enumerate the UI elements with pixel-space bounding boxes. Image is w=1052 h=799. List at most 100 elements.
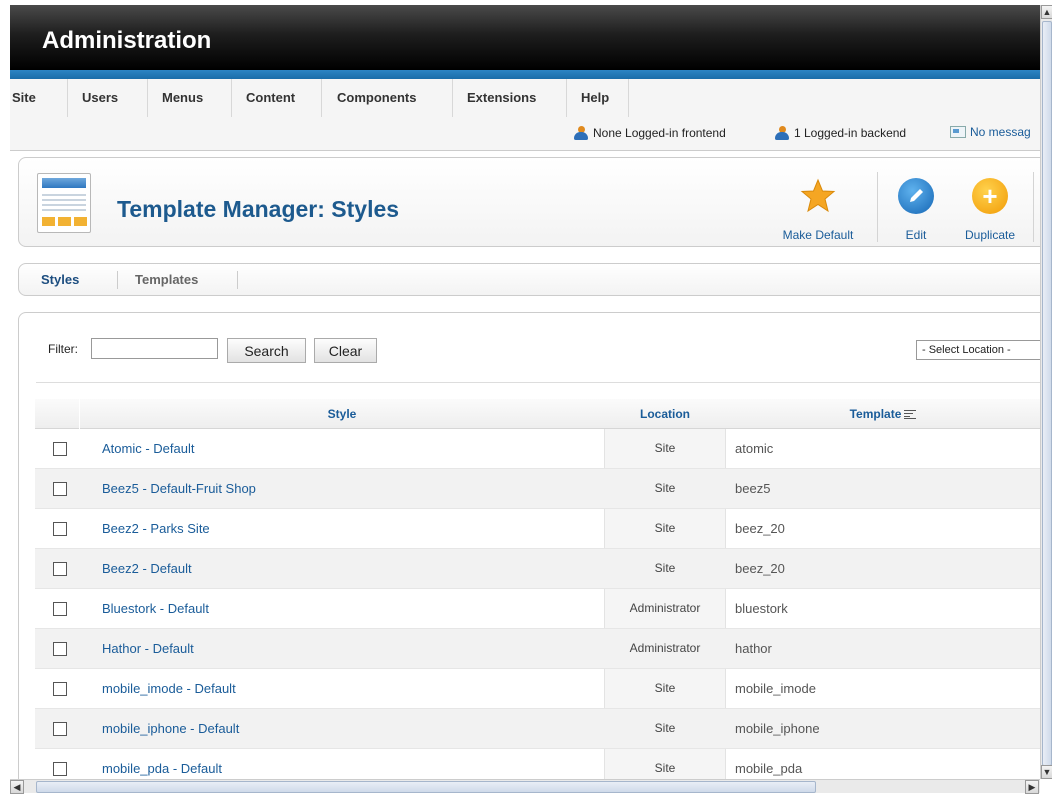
main-menu: Site Users Menus Content Components Exte…: [10, 79, 1040, 117]
submenu-tabs: Styles Templates: [18, 263, 1040, 296]
style-link[interactable]: Beez5 - Default-Fruit Shop: [102, 481, 256, 496]
select-all-header: [35, 399, 79, 429]
table-row: Beez2 - Default Site beez_20: [35, 549, 1040, 589]
vertical-scrollbar[interactable]: ▲ ▼: [1040, 5, 1052, 779]
template-cell: atomic: [735, 441, 774, 456]
row-checkbox[interactable]: [53, 762, 67, 776]
template-cell: beez_20: [735, 561, 785, 576]
template-cell: mobile_pda: [735, 761, 803, 776]
table-row: Bluestork - Default Administrator bluest…: [35, 589, 1040, 629]
style-name-cell: Beez2 - Parks Site: [102, 509, 210, 548]
tab-divider: [117, 271, 118, 289]
style-link[interactable]: mobile_imode - Default: [102, 681, 236, 696]
style-link[interactable]: Atomic - Default: [102, 441, 194, 456]
menu-users[interactable]: Users: [68, 79, 148, 117]
style-name-cell: mobile_pda - Default: [102, 749, 222, 779]
menu-menus[interactable]: Menus: [148, 79, 232, 117]
template-cell: bluestork: [735, 601, 788, 616]
clear-button[interactable]: Clear: [314, 338, 377, 363]
table-row: mobile_pda - Default Site mobile_pda: [35, 749, 1040, 779]
location-cell: Administrator: [629, 601, 701, 615]
tab-styles[interactable]: Styles: [41, 272, 79, 287]
horizontal-scroll-thumb[interactable]: [36, 781, 816, 793]
make-default-label: Make Default: [782, 228, 854, 242]
horizontal-scrollbar[interactable]: ◀ ▶: [10, 779, 1040, 794]
tab-templates[interactable]: Templates: [135, 272, 198, 287]
row-checkbox[interactable]: [53, 522, 67, 536]
edit-button[interactable]: Edit: [889, 166, 943, 244]
browser-viewport: Administration Site Users Menus Content …: [10, 5, 1040, 779]
search-button[interactable]: Search: [227, 338, 306, 363]
menu-site[interactable]: Site: [10, 79, 68, 117]
location-cell: Administrator: [604, 629, 726, 668]
location-cell: Site: [654, 761, 676, 775]
star-icon: [800, 178, 836, 214]
duplicate-button[interactable]: + Duplicate: [957, 166, 1023, 244]
vertical-scroll-thumb[interactable]: [1042, 21, 1052, 766]
scroll-down-arrow-icon[interactable]: ▼: [1041, 765, 1052, 779]
style-link[interactable]: Beez2 - Parks Site: [102, 521, 210, 536]
row-checkbox[interactable]: [53, 602, 67, 616]
toolbar-box: Template Manager: Styles Make Default Ed…: [18, 157, 1040, 247]
scroll-left-arrow-icon[interactable]: ◀: [10, 780, 24, 794]
template-header-label: Template: [849, 407, 902, 421]
edit-label: Edit: [905, 228, 927, 242]
table-row: Hathor - Default Administrator hathor: [35, 629, 1040, 669]
table-row: Beez2 - Parks Site Site beez_20: [35, 509, 1040, 549]
template-cell: beez_20: [735, 521, 785, 536]
row-checkbox[interactable]: [53, 482, 67, 496]
page-title: Template Manager: Styles: [117, 196, 400, 222]
style-link[interactable]: Bluestork - Default: [102, 601, 209, 616]
frontend-users-status[interactable]: None Logged-in frontend: [573, 125, 726, 141]
location-cell: Site: [654, 681, 676, 695]
admin-header: Administration: [10, 5, 1040, 70]
column-header-location[interactable]: Location: [604, 399, 726, 429]
row-checkbox[interactable]: [53, 642, 67, 656]
row-checkbox[interactable]: [53, 562, 67, 576]
table-row: Beez5 - Default-Fruit Shop Site beez5: [35, 469, 1040, 509]
style-name-cell: Beez5 - Default-Fruit Shop: [102, 469, 256, 508]
frontend-users-label: None Logged-in frontend: [593, 126, 726, 140]
messages-label: No messag: [970, 125, 1031, 139]
table-row: mobile_iphone - Default Site mobile_ipho…: [35, 709, 1040, 749]
style-name-cell: mobile_iphone - Default: [102, 709, 239, 748]
column-header-style[interactable]: Style: [80, 399, 604, 429]
location-cell: Site: [604, 709, 726, 748]
menu-content[interactable]: Content: [232, 79, 322, 117]
menu-help[interactable]: Help: [567, 79, 629, 117]
style-link[interactable]: mobile_iphone - Default: [102, 721, 239, 736]
style-link[interactable]: mobile_pda - Default: [102, 761, 222, 776]
filter-input[interactable]: [91, 338, 218, 359]
filter-divider: [36, 382, 1040, 383]
style-name-cell: mobile_imode - Default: [102, 669, 236, 708]
scroll-right-arrow-icon[interactable]: ▶: [1025, 780, 1039, 794]
template-cell: mobile_iphone: [735, 721, 820, 736]
column-header-template[interactable]: Template: [726, 399, 1040, 429]
backend-users-status[interactable]: 1 Logged-in backend: [774, 125, 906, 141]
row-checkbox[interactable]: [53, 682, 67, 696]
style-name-cell: Atomic - Default: [102, 429, 194, 468]
users-icon: [774, 125, 790, 141]
sort-icon: [904, 410, 917, 420]
scroll-up-arrow-icon[interactable]: ▲: [1041, 5, 1052, 19]
style-link[interactable]: Hathor - Default: [102, 641, 194, 656]
menu-components[interactable]: Components: [322, 79, 453, 117]
row-checkbox[interactable]: [53, 442, 67, 456]
table-header: Style Location Template: [35, 399, 1040, 429]
style-name-cell: Beez2 - Default: [102, 549, 192, 588]
row-checkbox[interactable]: [53, 722, 67, 736]
menu-extensions[interactable]: Extensions: [453, 79, 567, 117]
users-icon: [573, 125, 589, 141]
style-link[interactable]: Beez2 - Default: [102, 561, 192, 576]
table-row: mobile_imode - Default Site mobile_imode: [35, 669, 1040, 709]
template-cell: beez5: [735, 481, 771, 496]
location-select[interactable]: - Select Location -: [916, 340, 1040, 360]
header-accent-strip: [10, 70, 1040, 79]
messages-status[interactable]: No messag: [950, 125, 1031, 139]
location-cell: Site: [604, 469, 726, 508]
make-default-button[interactable]: Make Default: [774, 166, 862, 244]
location-cell: Site: [654, 521, 676, 535]
duplicate-label: Duplicate: [964, 228, 1016, 242]
template-cell: hathor: [735, 641, 772, 656]
status-bar: None Logged-in frontend 1 Logged-in back…: [10, 117, 1040, 151]
